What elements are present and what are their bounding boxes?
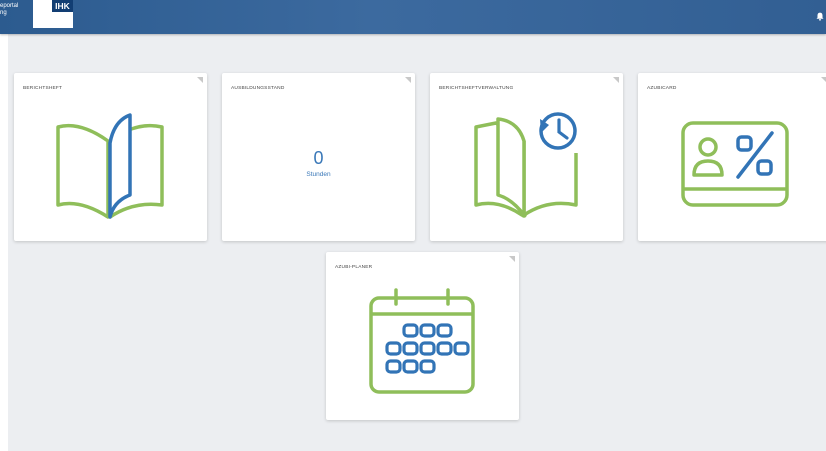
brand-text[interactable]: eportal ng: [0, 3, 18, 17]
open-book-icon: [56, 113, 164, 219]
corner-expand-icon[interactable]: [197, 77, 203, 83]
calendar-icon: [369, 288, 475, 394]
tile-title: BERICHTSHEFT: [23, 86, 63, 91]
brand-line-2: ng: [0, 10, 7, 16]
tile-berichtsheft[interactable]: BERICHTSHEFT: [14, 73, 207, 241]
tile-title: AZUBICARD: [647, 86, 677, 91]
corner-expand-icon[interactable]: [613, 77, 619, 83]
tile-title: AZUBI-PLANER: [335, 265, 373, 270]
tile-title: BERICHTSHEFTVERWALTUNG: [439, 86, 514, 91]
hours-unit: Stunden: [306, 171, 331, 178]
corner-expand-icon[interactable]: [821, 77, 826, 83]
bell-icon[interactable]: [816, 12, 824, 21]
left-edge: [0, 0, 8, 451]
ihk-logo[interactable]: IHK: [33, 0, 73, 28]
hours-value: 0: [313, 148, 324, 168]
tile-berichtsheftverwaltung[interactable]: BERICHTSHEFTVERWALTUNG: [430, 73, 623, 241]
corner-expand-icon[interactable]: [405, 77, 411, 83]
tile-azubicard[interactable]: AZUBICARD: [638, 73, 826, 241]
tile-azubi-planer[interactable]: AZUBI-PLANER: [326, 252, 519, 420]
ihk-logo-text: IHK: [52, 0, 73, 12]
brand-line-1: eportal: [0, 3, 19, 9]
top-navbar: eportal ng IHK: [0, 0, 826, 34]
corner-expand-icon[interactable]: [509, 256, 515, 262]
tile-title: AUSBILDUNGSSTAND: [231, 86, 285, 91]
book-history-icon: [474, 112, 578, 218]
id-card-percent-icon: [681, 121, 789, 207]
tile-ausbildungsstand[interactable]: AUSBILDUNGSSTAND 0 Stunden: [222, 73, 415, 241]
